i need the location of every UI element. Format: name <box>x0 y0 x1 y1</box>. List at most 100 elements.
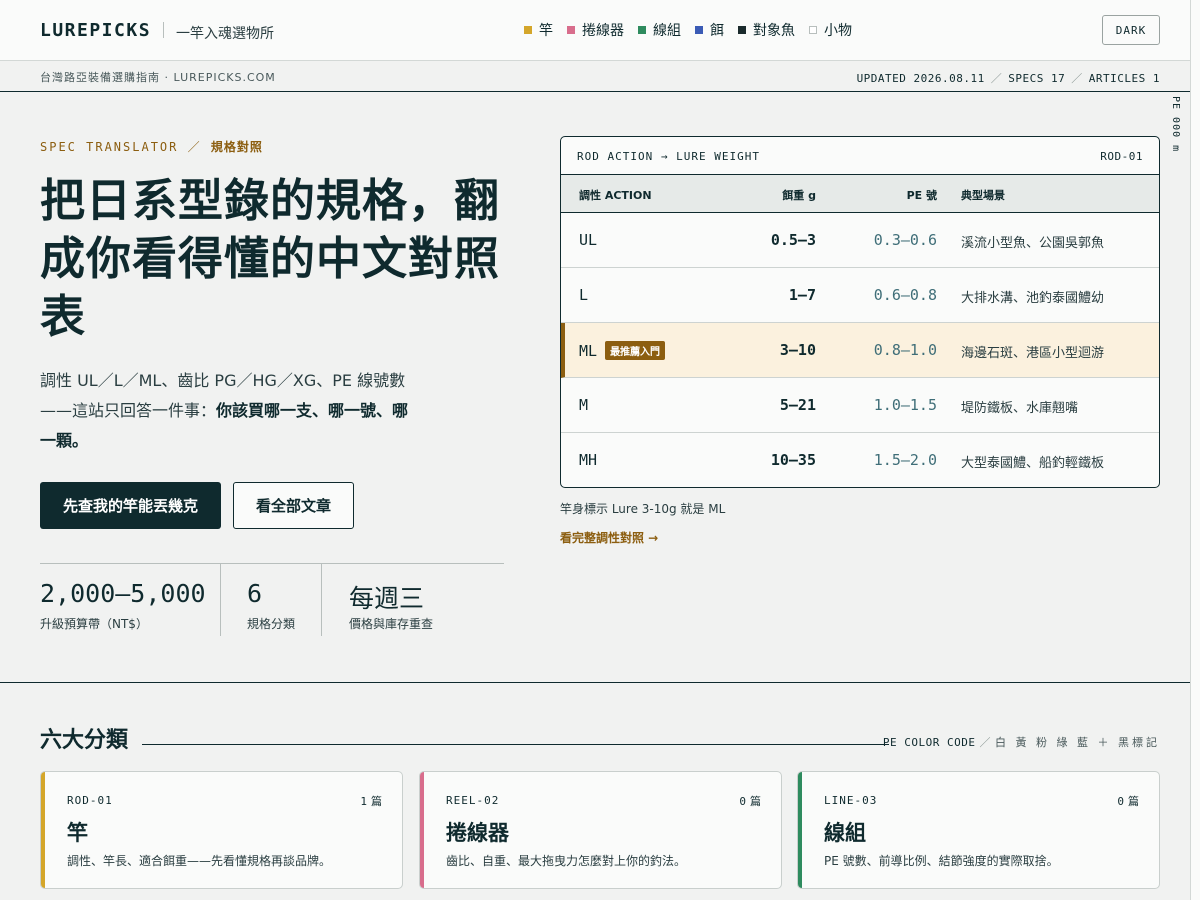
color-square-icon <box>809 26 817 34</box>
slash-divider: ／ <box>990 72 1003 85</box>
count-unit: 篇 <box>750 795 761 808</box>
card-code: ROD-01 <box>1100 150 1143 163</box>
cell-action: ML 最推薦入門 <box>579 341 666 360</box>
color-square-icon <box>638 26 646 34</box>
slash-divider: ／ <box>979 736 992 749</box>
action-value: M <box>579 396 589 414</box>
category-code: LINE-03 <box>824 794 878 807</box>
col-header-action: 調性 ACTION <box>579 189 652 202</box>
color-square-icon <box>524 26 532 34</box>
category-card-reel[interactable]: REEL-02 0篇 捲線器 齒比、自重、最大拖曳力怎麼對上你的釣法。 <box>419 771 782 889</box>
table-row[interactable]: MH 10–35 1.5–2.0 大型泰國鱧、船釣輕鐵板 <box>561 433 1159 487</box>
category-name: 竿 <box>67 821 88 845</box>
category-color-bar <box>420 772 424 888</box>
check-rod-button[interactable]: 先查我的竿能丟幾克 <box>40 482 221 529</box>
nav-item-line[interactable]: 線組 <box>638 20 681 40</box>
cell-weight: 3–10 <box>779 341 816 359</box>
nav-item-lure[interactable]: 餌 <box>695 20 724 40</box>
specs-count: SPECS 17 <box>1008 72 1066 85</box>
nav-label: 小物 <box>824 23 852 39</box>
table-row[interactable]: M 5–21 1.0–1.5 堤防鐵板、水庫翹嘴 <box>561 378 1159 433</box>
cell-scene: 大型泰國鱧、船釣輕鐵板 <box>961 456 1105 471</box>
slash-divider: ／ <box>1071 72 1083 85</box>
nav-item-rod[interactable]: 竿 <box>524 20 553 40</box>
count-unit: 篇 <box>371 795 382 808</box>
scrollbar-rail[interactable] <box>1190 0 1200 900</box>
color-square-icon <box>738 26 746 34</box>
table-row-recommended[interactable]: ML 最推薦入門 3–10 0.8–1.0 海邊石斑、港區小型迴游 <box>561 323 1159 378</box>
nav-label: 餌 <box>710 23 724 39</box>
table-row[interactable]: UL 0.5–3 0.3–0.6 溪流小型魚、公園吳郭魚 <box>561 213 1159 268</box>
category-card-line[interactable]: LINE-03 0篇 線組 PE 號數、前導比例、結節強度的實際取捨。 <box>797 771 1160 889</box>
nav-label: 竿 <box>539 23 553 39</box>
table-row[interactable]: L 1–7 0.6–0.8 大排水溝、池釣泰國鱧幼 <box>561 268 1159 323</box>
category-description: PE 號數、前導比例、結節強度的實際取捨。 <box>824 854 1059 868</box>
sub-bar: 台灣路亞裝備選購指南 · LUREPICKS.COM UPDATED 2026.… <box>0 61 1190 92</box>
vertical-rail-label: PE 000 m <box>1170 96 1181 153</box>
legend-prefix: PE COLOR CODE <box>882 736 976 749</box>
cell-pe: 1.5–2.0 <box>873 451 937 469</box>
stat-value: 每週三 <box>349 584 425 613</box>
spec-table-card: ROD ACTION → LURE WEIGHT ROD-01 調性 ACTIO… <box>560 136 1160 488</box>
category-code: ROD-01 <box>67 794 113 807</box>
stat-label: 規格分類 <box>247 617 296 631</box>
category-name: 線組 <box>824 821 866 845</box>
eyebrow-en: SPEC TRANSLATOR <box>40 140 179 154</box>
cell-scene: 溪流小型魚、公園吳郭魚 <box>961 236 1105 251</box>
col-header-weight: 餌重 g <box>782 189 816 202</box>
category-color-bar <box>41 772 45 888</box>
cell-action: M <box>579 396 588 414</box>
all-articles-button[interactable]: 看全部文章 <box>233 482 354 529</box>
site-stats: UPDATED 2026.08.11 ／ SPECS 17 ／ ARTICLES 1 <box>857 70 1160 86</box>
stat-divider <box>220 564 221 636</box>
cell-pe: 0.3–0.6 <box>873 231 937 249</box>
site-description: 台灣路亞裝備選購指南 · LUREPICKS.COM <box>40 71 276 84</box>
cell-weight: 1–7 <box>788 286 816 304</box>
category-description: 齒比、自重、最大拖曳力怎麼對上你的釣法。 <box>446 854 687 868</box>
nav-label: 線組 <box>653 23 681 39</box>
top-bar: LUREPICKS 一竿入魂選物所 竿 捲線器 線組 餌 對象魚 小物 DARK <box>0 0 1190 61</box>
action-value: MH <box>579 451 598 469</box>
color-square-icon <box>695 26 703 34</box>
count-unit: 篇 <box>1128 795 1139 808</box>
main-nav: 竿 捲線器 線組 餌 對象魚 小物 <box>524 20 852 40</box>
cell-action: L <box>579 286 588 304</box>
card-header: ROD ACTION → LURE WEIGHT ROD-01 <box>561 137 1159 175</box>
col-header-pe: PE 號 <box>906 189 937 202</box>
category-card-rod[interactable]: ROD-01 1篇 竿 調性、竿長、適合餌重——先看懂規格再談品牌。 <box>40 771 403 889</box>
hero-stats: 2,000–5,000 升級預算帶（NT$） 6 規格分類 每週三 價格與庫存重… <box>40 563 504 636</box>
dark-mode-button[interactable]: DARK <box>1102 15 1160 45</box>
site-logo[interactable]: LUREPICKS <box>40 20 151 41</box>
table-note: 竿身標示 Lure 3-10g 就是 ML <box>560 502 726 516</box>
cell-pe: 0.6–0.8 <box>873 286 937 304</box>
recommended-badge: 最推薦入門 <box>605 341 666 360</box>
nav-item-accessories[interactable]: 小物 <box>809 20 852 40</box>
cell-pe: 0.8–1.0 <box>873 341 937 359</box>
action-value: L <box>579 286 589 304</box>
category-code: REEL-02 <box>446 794 500 807</box>
table-header-row: 調性 ACTION 餌重 g PE 號 典型場景 <box>561 175 1159 213</box>
col-header-scene: 典型場景 <box>961 189 1005 202</box>
pe-color-legend: PE COLOR CODE ／白 黃 粉 綠 藍 ＋ 黑標記 <box>883 734 1160 750</box>
stat-label: 價格與庫存重查 <box>349 617 434 631</box>
hero-lead: 調性 UL／L／ML、齒比 PG／HG／XG、PE 線號數——這站只回答一件事：… <box>40 366 420 456</box>
cell-action: UL <box>579 231 597 249</box>
updated-date: UPDATED 2026.08.11 <box>856 72 985 85</box>
full-action-chart-link[interactable]: 看完整調性對照 → <box>560 529 658 546</box>
eyebrow-zh: 規格對照 <box>210 140 263 154</box>
title-rule <box>142 744 889 745</box>
cell-scene: 海邊石斑、港區小型迴游 <box>961 346 1105 361</box>
count-value: 0 <box>1117 795 1124 808</box>
nav-label: 捲線器 <box>582 23 624 39</box>
nav-item-reel[interactable]: 捲線器 <box>567 20 624 40</box>
nav-item-target-fish[interactable]: 對象魚 <box>738 20 795 40</box>
category-count: 1篇 <box>360 793 382 809</box>
stat-divider <box>321 564 322 636</box>
hero-eyebrow: SPEC TRANSLATOR ／ 規格對照 <box>40 138 263 155</box>
eyebrow-sep: ／ <box>187 140 202 154</box>
cell-weight: 0.5–3 <box>770 231 816 249</box>
cell-scene: 堤防鐵板、水庫翹嘴 <box>961 401 1079 416</box>
color-square-icon <box>567 26 575 34</box>
cell-scene: 大排水溝、池釣泰國鱧幼 <box>961 291 1105 306</box>
action-value: ML <box>579 341 598 360</box>
